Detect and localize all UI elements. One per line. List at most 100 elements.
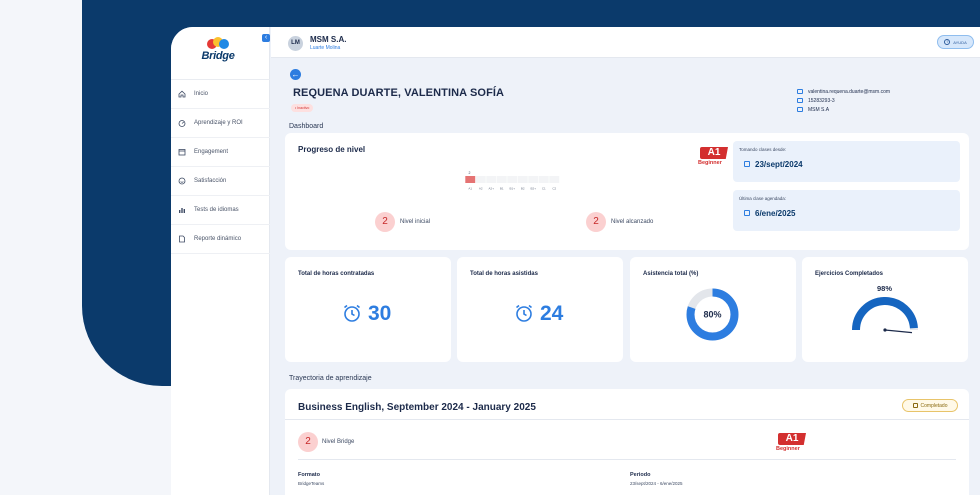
gauge-fill bbox=[852, 297, 918, 331]
status-chip: • Inactivo bbox=[291, 104, 314, 112]
level-badge-sub: Beginner bbox=[698, 160, 722, 166]
scale-cell bbox=[528, 176, 539, 183]
scale-cell bbox=[517, 176, 528, 183]
help-label: AYUDA bbox=[953, 39, 967, 45]
sidebar-item-tests[interactable]: Tests de idiomas bbox=[171, 196, 270, 225]
stat-title: Asistencia total (%) bbox=[643, 271, 699, 277]
sidebar-item-label: Inicio bbox=[194, 91, 209, 97]
level-badge: A1 bbox=[700, 147, 728, 159]
logo-tagline bbox=[193, 62, 243, 66]
status-label: Completado bbox=[920, 402, 948, 409]
hours-contracted-value: 30 bbox=[368, 302, 392, 325]
course-title: Business English, September 2024 - Janua… bbox=[298, 402, 536, 413]
scale-label: B1 bbox=[500, 187, 504, 191]
scale-label: C1 bbox=[542, 187, 546, 191]
branch-name: Luarte Molina bbox=[310, 45, 341, 51]
stat-title: Total de horas contratadas bbox=[298, 271, 375, 277]
topbar: LM MSM S.A. Luarte Molina ? AYUDA bbox=[271, 27, 980, 58]
reached-level-value: 2 bbox=[586, 212, 606, 232]
stat-title: Total de horas asistidas bbox=[470, 271, 538, 277]
scale-label: A2+ bbox=[489, 187, 495, 191]
scale-cell bbox=[538, 176, 549, 183]
scale-label: B2 bbox=[521, 187, 525, 191]
gauge-icon bbox=[178, 119, 186, 127]
student-id: 15283293-3 bbox=[808, 97, 835, 104]
scale-label: A2 bbox=[479, 187, 483, 191]
document-icon bbox=[178, 235, 186, 243]
sidebar: Bridge ‹ Inicio Aprendizaje y ROI Engage… bbox=[171, 27, 270, 495]
help-icon: ? bbox=[944, 39, 951, 45]
mail-icon bbox=[797, 89, 803, 94]
sidebar-item-inicio[interactable]: Inicio bbox=[171, 80, 270, 109]
sidebar-item-label: Engagement bbox=[194, 149, 229, 155]
hours-contracted-card: Total de horas contratadas 30 bbox=[285, 257, 451, 362]
exercises-card: Ejercicios Completados 98% bbox=[802, 257, 968, 362]
format-value: BridgeTeams bbox=[298, 481, 325, 486]
student-email: valentina.requena.duarte@msm.com bbox=[808, 88, 891, 95]
scale-cell bbox=[475, 176, 486, 183]
divider bbox=[298, 459, 956, 460]
sidebar-item-label: Satisfacción bbox=[194, 178, 227, 184]
help-button[interactable]: ? AYUDA bbox=[937, 35, 974, 49]
company-name: MSM S.A. bbox=[310, 35, 347, 44]
bar-chart-icon bbox=[178, 206, 186, 214]
bridge-level-label: Nivel Bridge bbox=[322, 439, 355, 445]
stat-title: Ejercicios Completados bbox=[815, 271, 884, 277]
calendar-icon bbox=[744, 210, 750, 216]
attendance-donut: 80% bbox=[686, 288, 739, 341]
last-class-label: Última clase agendada: bbox=[739, 196, 787, 201]
scale-cell bbox=[549, 176, 560, 183]
start-date-value: 23/sept/2024 bbox=[755, 160, 803, 169]
alarm-clock-icon bbox=[516, 304, 532, 322]
sidebar-item-reporte[interactable]: Reporte dinámico bbox=[171, 225, 270, 254]
calendar-icon bbox=[744, 161, 750, 167]
reached-level-label: Nivel alcanzado bbox=[611, 219, 654, 225]
attendance-card: Asistencia total (%) 80% bbox=[630, 257, 796, 362]
initial-level-value: 2 bbox=[375, 212, 395, 232]
exercises-value: 98% bbox=[877, 284, 893, 293]
collapse-sidebar-button[interactable]: ‹ bbox=[262, 34, 270, 42]
format-label: Formato bbox=[298, 472, 320, 478]
last-class-value: 6/ene/2025 bbox=[755, 209, 796, 218]
app-window: Bridge ‹ Inicio Aprendizaje y ROI Engage… bbox=[171, 27, 980, 495]
trajectory-card: Business English, September 2024 - Janua… bbox=[285, 389, 969, 495]
attendance-value: 80% bbox=[703, 310, 721, 320]
calendar-icon bbox=[178, 148, 186, 156]
start-date-label: Tomando clases desde: bbox=[739, 147, 787, 152]
scale-label: B1+ bbox=[510, 187, 516, 191]
sidebar-item-satisfaccion[interactable]: Satisfacción bbox=[171, 167, 270, 196]
gauge-hub bbox=[883, 328, 887, 332]
hours-attended-value: 24 bbox=[540, 302, 564, 325]
student-contact: valentina.requena.duarte@msm.com 1528329… bbox=[797, 87, 890, 114]
check-calendar-icon bbox=[912, 403, 918, 408]
logo[interactable]: Bridge bbox=[193, 37, 243, 67]
sidebar-item-engagement[interactable]: Engagement bbox=[171, 138, 270, 167]
divider bbox=[285, 419, 969, 420]
id-card-icon bbox=[797, 98, 803, 103]
sidebar-item-label: Aprendizaje y ROI bbox=[194, 120, 243, 126]
status-badge: Completado bbox=[902, 399, 958, 412]
scale-marker: 2 bbox=[469, 171, 471, 175]
logo-text: Bridge bbox=[201, 50, 235, 62]
last-class-box: Última clase agendada: 6/ene/2025 bbox=[733, 190, 960, 231]
initial-level-label: Nivel inicial bbox=[400, 219, 431, 225]
avatar[interactable]: LM bbox=[288, 36, 303, 51]
level-scale: 2 A1 A2 A2+ B1 B1+ B2 B2+ C1 C2 bbox=[465, 171, 560, 191]
sidebar-item-label: Reporte dinámico bbox=[194, 236, 242, 242]
sidebar-item-aprendizaje[interactable]: Aprendizaje y ROI bbox=[171, 109, 270, 138]
scale-label: C2 bbox=[552, 187, 556, 191]
sidebar-item-label: Tests de idiomas bbox=[194, 207, 239, 213]
trajectory-label: Trayectoria de aprendizaje bbox=[289, 375, 372, 382]
sidebar-nav: Inicio Aprendizaje y ROI Engagement Sati… bbox=[171, 80, 270, 254]
trajectory-level-badge-sub: Beginner bbox=[776, 446, 800, 452]
progress-card: Progreso de nivel A1 Beginner 2 A1 A2 A2+ B… bbox=[285, 133, 969, 250]
progress-title: Progreso de nivel bbox=[298, 145, 366, 154]
student-name: REQUENA DUARTE, VALENTINA SOFÍA bbox=[293, 87, 505, 99]
scale-label: A1 bbox=[468, 187, 472, 191]
period-label: Periodo bbox=[630, 472, 651, 478]
gauge-needle bbox=[884, 329, 913, 334]
scale-label: B2+ bbox=[531, 187, 537, 191]
period-value: 23/sept/2024 - 6/ene/2025 bbox=[630, 481, 683, 486]
back-button[interactable]: ← bbox=[290, 69, 301, 80]
home-icon bbox=[178, 90, 186, 98]
